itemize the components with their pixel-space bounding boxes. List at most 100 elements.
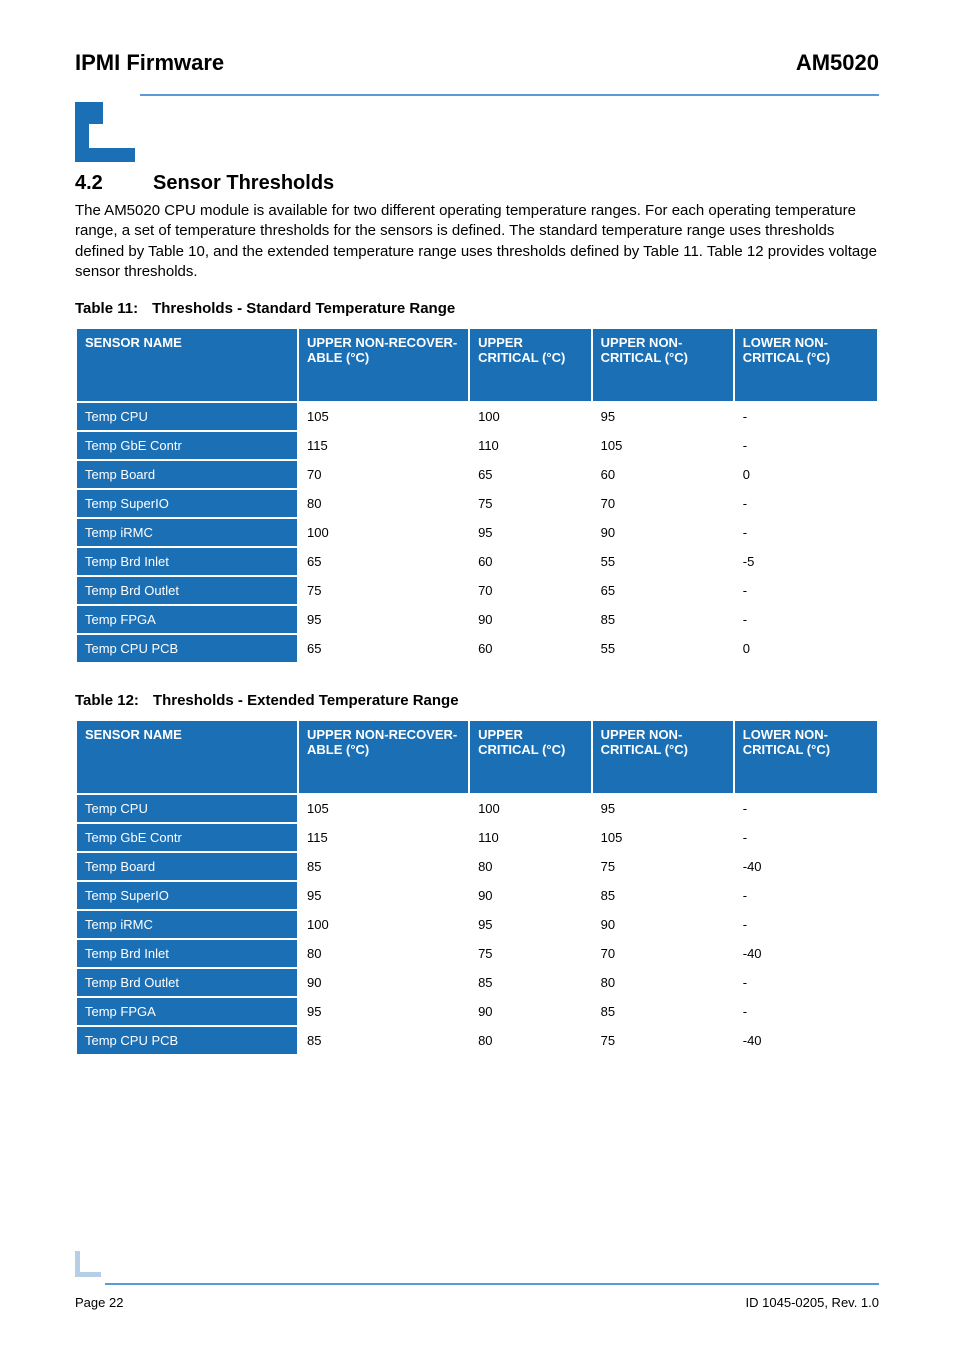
column-header: UPPER NON-RECOVER-ABLE (°C) [299,329,468,401]
table-cell: 100 [470,795,591,822]
table-cell: 95 [593,403,733,430]
table11-caption: Table 11: Thresholds - Standard Temperat… [75,300,879,317]
row-header: Temp SuperIO [77,882,297,909]
table-cell: 95 [470,519,591,546]
table-cell: 110 [470,432,591,459]
table-cell: 90 [299,969,468,996]
table-cell: 100 [299,519,468,546]
table-cell: 75 [593,1027,733,1054]
row-header: Temp SuperIO [77,490,297,517]
table-cell: - [735,882,877,909]
table-cell: 75 [299,577,468,604]
footer-rule [105,1283,879,1285]
section-paragraph: The AM5020 CPU module is available for t… [75,201,879,282]
table-cell: 65 [299,548,468,575]
table-cell: - [735,969,877,996]
footer-right: ID 1045-0205, Rev. 1.0 [746,1295,879,1310]
table-cell: -40 [735,940,877,967]
table-cell: - [735,403,877,430]
table-cell: - [735,998,877,1025]
table12-caption-text: Thresholds - Extended Temperature Range [153,692,459,709]
table-cell: 105 [299,403,468,430]
table-cell: 80 [299,490,468,517]
table-row: Temp Brd Inlet807570-40 [77,940,877,967]
page-header: IPMI Firmware AM5020 [75,50,879,76]
table-row: Temp FPGA959085- [77,606,877,633]
table-cell: 65 [470,461,591,488]
table-row: Temp Board858075-40 [77,853,877,880]
table-row: Temp GbE Contr115110105- [77,824,877,851]
header-left: IPMI Firmware [75,50,224,76]
table-cell: 90 [593,519,733,546]
logo [75,102,879,162]
row-header: Temp Brd Inlet [77,940,297,967]
table-cell: 55 [593,635,733,662]
table-cell: 0 [735,461,877,488]
table12-caption-label: Table 12: [75,692,139,709]
table-cell: 90 [470,998,591,1025]
table-row: Temp SuperIO959085- [77,882,877,909]
table-row: Temp iRMC1009590- [77,911,877,938]
table-cell: 90 [593,911,733,938]
row-header: Temp FPGA [77,998,297,1025]
table-cell: 80 [593,969,733,996]
table12: SENSOR NAMEUPPER NON-RECOVER-ABLE (°C)UP… [75,719,879,1056]
footer-logo [75,1251,101,1277]
table-cell: 75 [470,490,591,517]
header-rule [140,94,879,96]
table-cell: 75 [593,853,733,880]
table-cell: 95 [470,911,591,938]
table-cell: 115 [299,824,468,851]
table-row: Temp Board7065600 [77,461,877,488]
table11: SENSOR NAMEUPPER NON-RECOVER-ABLE (°C)UP… [75,327,879,664]
table-cell: 110 [470,824,591,851]
table-cell: - [735,519,877,546]
table-cell: - [735,606,877,633]
table-cell: 95 [593,795,733,822]
table-cell: 85 [470,969,591,996]
table-row: Temp SuperIO807570- [77,490,877,517]
column-header: LOWER NON-CRITICAL (°C) [735,721,877,793]
table-cell: 55 [593,548,733,575]
table-row: Temp iRMC1009590- [77,519,877,546]
table-cell: - [735,795,877,822]
table-row: Temp CPU PCB6560550 [77,635,877,662]
table-cell: 70 [593,940,733,967]
table-cell: 85 [593,998,733,1025]
table-cell: 70 [299,461,468,488]
table-cell: 105 [593,432,733,459]
table-cell: 65 [593,577,733,604]
table-cell: - [735,911,877,938]
table-row: Temp Brd Inlet656055-5 [77,548,877,575]
table-cell: 65 [299,635,468,662]
row-header: Temp iRMC [77,911,297,938]
table-cell: 95 [299,998,468,1025]
table11-caption-label: Table 11: [75,300,138,317]
table-cell: - [735,432,877,459]
row-header: Temp Brd Inlet [77,548,297,575]
row-header: Temp CPU PCB [77,635,297,662]
table-cell: - [735,824,877,851]
table-cell: 85 [299,853,468,880]
table-cell: 95 [299,882,468,909]
table-row: Temp CPU10510095- [77,403,877,430]
row-header: Temp CPU PCB [77,1027,297,1054]
table-cell: 105 [299,795,468,822]
column-header: LOWER NON-CRITICAL (°C) [735,329,877,401]
section-heading: 4.2 Sensor Thresholds [75,172,879,195]
table-cell: 80 [470,1027,591,1054]
table-cell: 95 [299,606,468,633]
column-header: UPPER CRITICAL (°C) [470,721,591,793]
table-cell: 115 [299,432,468,459]
table-cell: 0 [735,635,877,662]
row-header: Temp FPGA [77,606,297,633]
column-header: UPPER NON-RECOVER-ABLE (°C) [299,721,468,793]
table-cell: 70 [470,577,591,604]
table-cell: -40 [735,1027,877,1054]
column-header: UPPER NON-CRITICAL (°C) [593,721,733,793]
table11-caption-text: Thresholds - Standard Temperature Range [152,300,455,317]
row-header: Temp CPU [77,403,297,430]
table-cell: 80 [299,940,468,967]
table-cell: 100 [299,911,468,938]
column-header: UPPER CRITICAL (°C) [470,329,591,401]
